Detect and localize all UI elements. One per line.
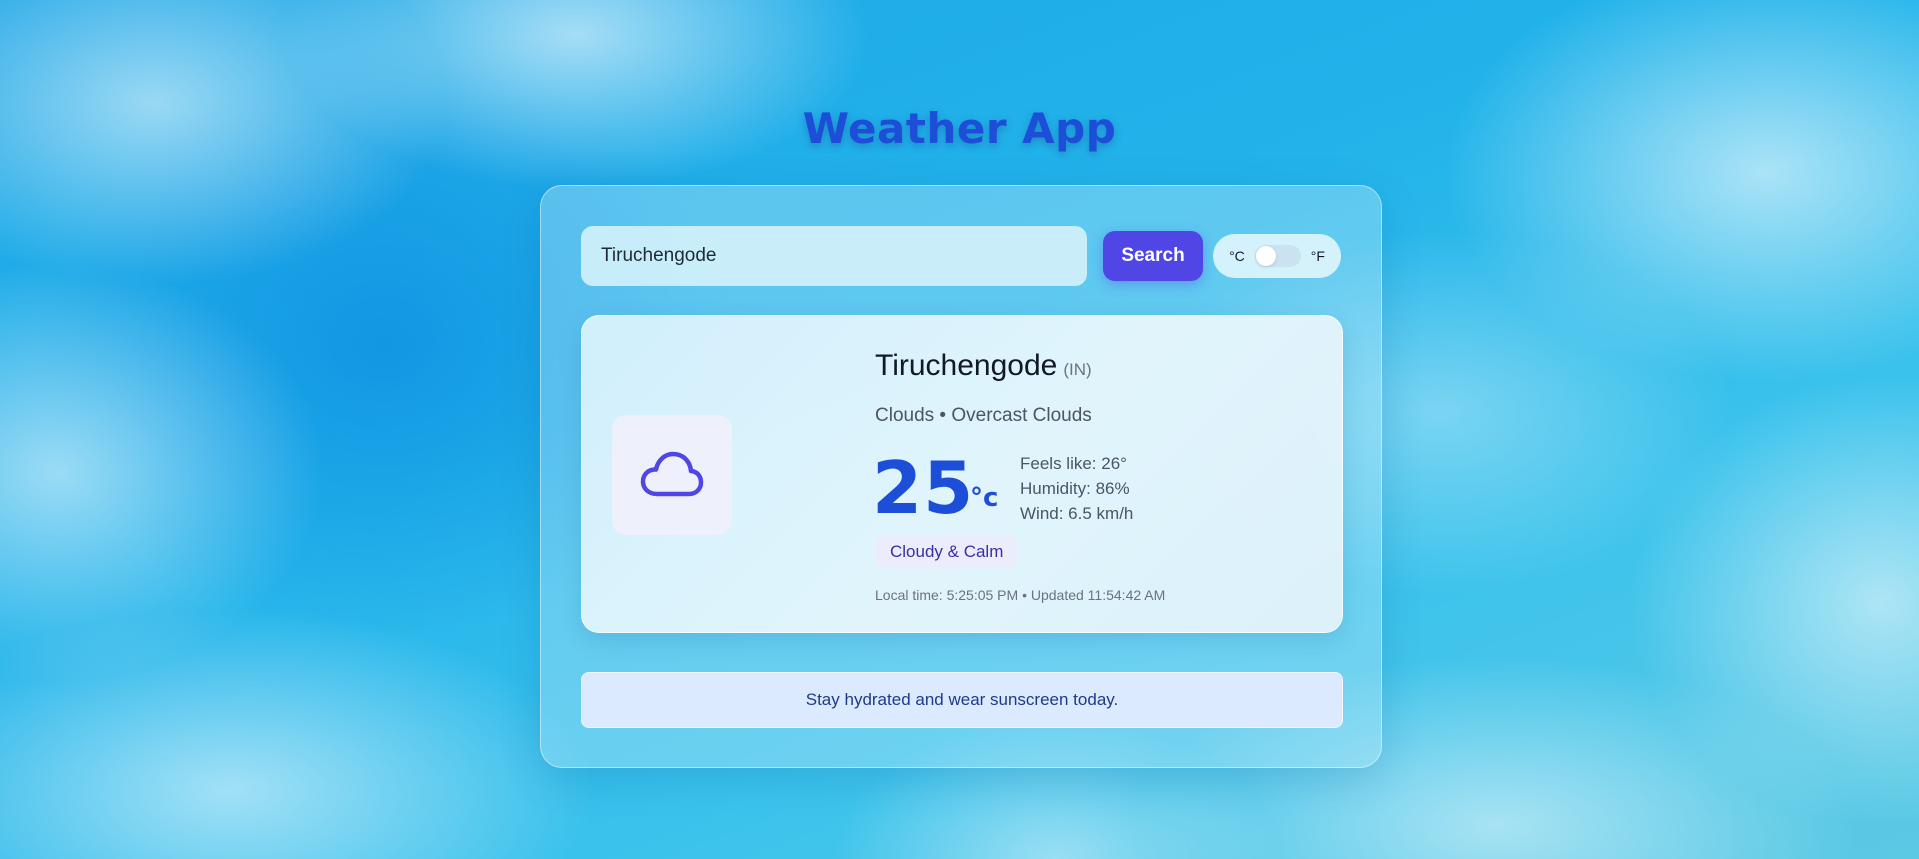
location-heading: Tiruchengode (IN) <box>875 349 1092 383</box>
weather-icon-box <box>612 415 732 535</box>
city-name: Tiruchengode <box>875 349 1058 382</box>
country-code: (IN) <box>1063 360 1092 379</box>
weather-condition: Clouds • Overcast Clouds <box>875 405 1092 426</box>
wind: Wind: 6.5 km/h <box>1020 504 1134 523</box>
cloud-icon <box>640 451 704 497</box>
unit-toggle[interactable]: °C °F <box>1213 234 1341 278</box>
mood-badge: Cloudy & Calm <box>875 536 1019 568</box>
weather-panel: Search °C °F Tiruchengode (IN) Clouds • O… <box>540 185 1382 768</box>
update-meta: Local time: 5:25:05 PM • Updated 11:54:4… <box>875 587 1166 603</box>
humidity: Humidity: 86% <box>1020 479 1130 498</box>
unit-switch-knob <box>1255 246 1276 266</box>
temperature-unit: °c <box>970 483 999 513</box>
tip-banner: Stay hydrated and wear sunscreen today. <box>581 672 1343 728</box>
search-button[interactable]: Search <box>1103 231 1203 281</box>
unit-switch[interactable] <box>1254 245 1301 267</box>
temperature-value: 25 <box>872 446 975 530</box>
app-title: Weather App <box>802 104 1117 153</box>
city-search-input[interactable] <box>581 226 1087 286</box>
weather-card: Tiruchengode (IN) Clouds • Overcast Cloud… <box>581 315 1343 633</box>
fahrenheit-label: °F <box>1310 248 1325 264</box>
weather-details: Feels like: 26° Humidity: 86% Wind: 6.5 … <box>1020 451 1133 526</box>
celsius-label: °C <box>1229 248 1245 264</box>
feels-like: Feels like: 26° <box>1020 454 1127 473</box>
